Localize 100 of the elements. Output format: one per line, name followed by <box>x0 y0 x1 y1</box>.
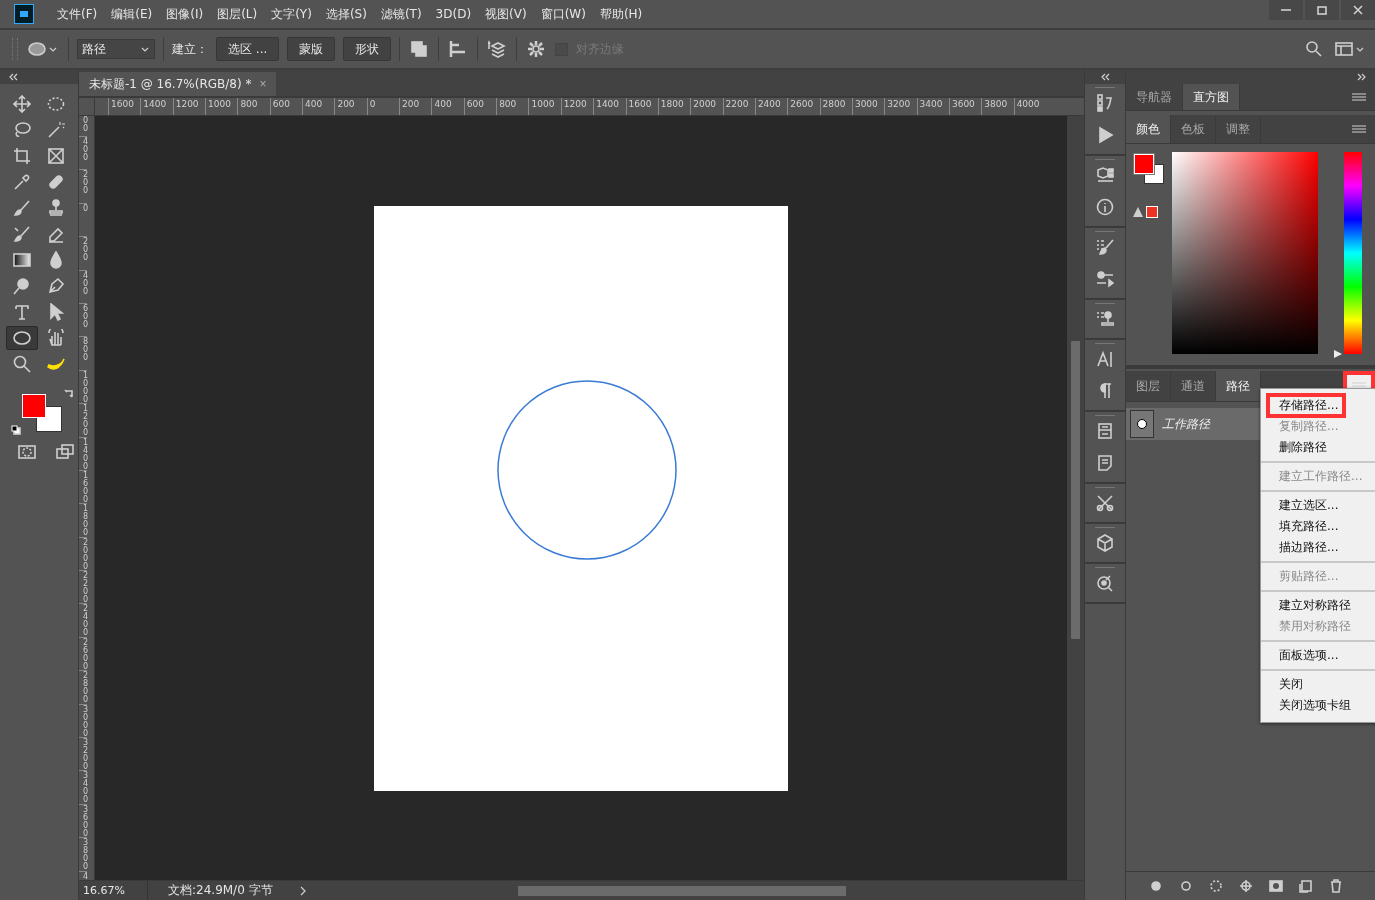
ruler-label: 1200 <box>172 98 206 115</box>
context-menu-item[interactable]: 关闭选项卡组 <box>1261 695 1375 716</box>
ruler-label: 2400 <box>754 98 788 115</box>
stamp-icon <box>47 199 65 217</box>
context-menu-item[interactable]: 面板选项... <box>1261 645 1375 666</box>
color-swatches-drawing[interactable] <box>1132 152 1162 184</box>
app-logo-icon <box>14 4 34 24</box>
panel-tab[interactable]: 直方图 <box>1183 84 1240 110</box>
ruler-label: 600 <box>463 98 497 115</box>
panel-tab[interactable]: 颜色 <box>1126 115 1171 143</box>
color-swatches-drawing[interactable] <box>22 394 62 434</box>
ruler-label: 2800 <box>819 98 852 115</box>
ruler-label: 1600 <box>108 98 141 115</box>
brush-settings-icon <box>1096 270 1114 288</box>
overlap-squares-icon <box>410 40 429 58</box>
ruler-label: 3400 <box>79 770 87 804</box>
gradient-icon <box>13 251 31 269</box>
marquee-icon <box>47 95 65 113</box>
panel-tab[interactable]: 色板 <box>1171 115 1216 143</box>
panel-tab[interactable]: 路径 <box>1216 371 1261 401</box>
ruler-label: 800 <box>237 98 270 115</box>
ruler-label: 2600 <box>79 636 87 671</box>
path-thumbnail <box>1130 410 1154 438</box>
make-button[interactable]: 选区 ... <box>216 37 280 61</box>
menu-item[interactable]: 图像(I) <box>159 5 211 23</box>
hue-slider-thumb[interactable] <box>1334 350 1342 358</box>
context-menu-item[interactable]: 填充路径... <box>1261 516 1375 537</box>
make-button[interactable]: 形状 <box>343 37 392 61</box>
menu-item[interactable]: 编辑(E) <box>104 5 160 23</box>
ruler-label: 600 <box>79 302 87 337</box>
settings-icon <box>527 40 546 58</box>
ruler-label: 00 <box>82 116 87 135</box>
ruler-label: 2000 <box>79 536 87 571</box>
make-work-path-button[interactable] <box>1237 877 1255 895</box>
menu-item[interactable]: 文字(Y) <box>264 5 319 23</box>
ellipse-icon <box>28 40 46 58</box>
brush-settings-panel-button[interactable] <box>1094 268 1116 290</box>
close-icon <box>1351 3 1365 17</box>
ruler-label: 800 <box>496 98 529 115</box>
ruler-label: 2600 <box>787 98 820 115</box>
ruler-label: 400 <box>431 98 464 115</box>
type-icon <box>13 303 31 321</box>
add-mask-button[interactable] <box>1267 877 1285 895</box>
info-panel-button[interactable] <box>1094 196 1116 218</box>
cube-layers-icon <box>1096 166 1114 184</box>
workspace-icon <box>1335 40 1353 58</box>
hand-icon <box>47 329 65 347</box>
scrollbar-thumb[interactable] <box>1071 341 1080 639</box>
load-selection-button[interactable] <box>1207 877 1225 895</box>
dashed-circle-icon <box>1209 879 1223 893</box>
menu-item[interactable]: 文件(F) <box>50 5 105 23</box>
context-menu-item[interactable]: 建立对称路径 <box>1261 595 1375 616</box>
context-menu-item[interactable]: 建立选区... <box>1261 495 1375 516</box>
menu-item[interactable]: 窗口(W) <box>533 5 593 23</box>
cube-icon <box>1096 534 1114 552</box>
ellipse-tool[interactable] <box>6 326 38 350</box>
mask-icon <box>1269 879 1283 893</box>
ruler-label: 800 <box>79 336 87 370</box>
panel-tab[interactable]: 图层 <box>1126 371 1171 401</box>
scrollbar-thumb[interactable] <box>518 885 846 896</box>
tool-presets-panel-button[interactable] <box>1094 492 1116 514</box>
ruler-label: 1800 <box>657 98 691 115</box>
search-icon <box>1305 40 1323 58</box>
ruler-label: 3200 <box>884 98 917 115</box>
context-menu-item[interactable]: 关闭 <box>1261 674 1375 695</box>
menu-item[interactable]: 滤镜(T) <box>373 5 429 23</box>
mode-value: 路径 <box>82 40 106 58</box>
menu-icon <box>1351 123 1367 135</box>
ruler-label: 3000 <box>79 703 87 738</box>
gamut-swatch[interactable] <box>1146 206 1158 218</box>
minimize-button[interactable] <box>1269 0 1303 20</box>
menu-item[interactable]: 3D(D) <box>428 7 479 21</box>
ruler-label: 3200 <box>79 737 87 771</box>
mode-dropdown[interactable]: 路径 <box>77 39 155 59</box>
align-left-icon <box>449 40 468 58</box>
ruler-label: 1000 <box>205 98 238 115</box>
color-field[interactable] <box>1172 152 1318 354</box>
menu-item[interactable]: 选择(S) <box>318 5 374 23</box>
ruler-label: 1400 <box>593 98 626 115</box>
swap-arrows-icon <box>64 389 74 399</box>
make-button[interactable]: 蒙版 <box>287 37 336 61</box>
context-menu-item[interactable]: 删除路径 <box>1261 437 1375 458</box>
close-button[interactable] <box>1341 0 1375 20</box>
move-icon <box>13 95 31 113</box>
restore-button[interactable] <box>1305 0 1339 20</box>
menu-item[interactable]: 帮助(H) <box>592 5 650 23</box>
cube-panel-button[interactable] <box>1094 532 1116 554</box>
ruler-label: 200 <box>79 169 87 203</box>
quick-mask-icon <box>18 443 36 461</box>
close-tab-button[interactable]: × <box>259 77 267 91</box>
new-path-button[interactable] <box>1297 877 1315 895</box>
menu-item[interactable]: 图层(L) <box>210 5 265 23</box>
document-tab[interactable]: 未标题-1 @ 16.7%(RGB/8) * × <box>79 72 277 96</box>
ruler-label: 0 <box>79 202 87 237</box>
ruler-label: 1400 <box>140 98 173 115</box>
panel-tab[interactable]: 调整 <box>1216 115 1261 143</box>
menu-item[interactable]: 视图(V) <box>478 5 534 23</box>
trash-icon <box>1329 879 1343 893</box>
context-menu-item[interactable]: 描边路径... <box>1261 537 1375 558</box>
ruler-label: 3400 <box>916 98 949 115</box>
